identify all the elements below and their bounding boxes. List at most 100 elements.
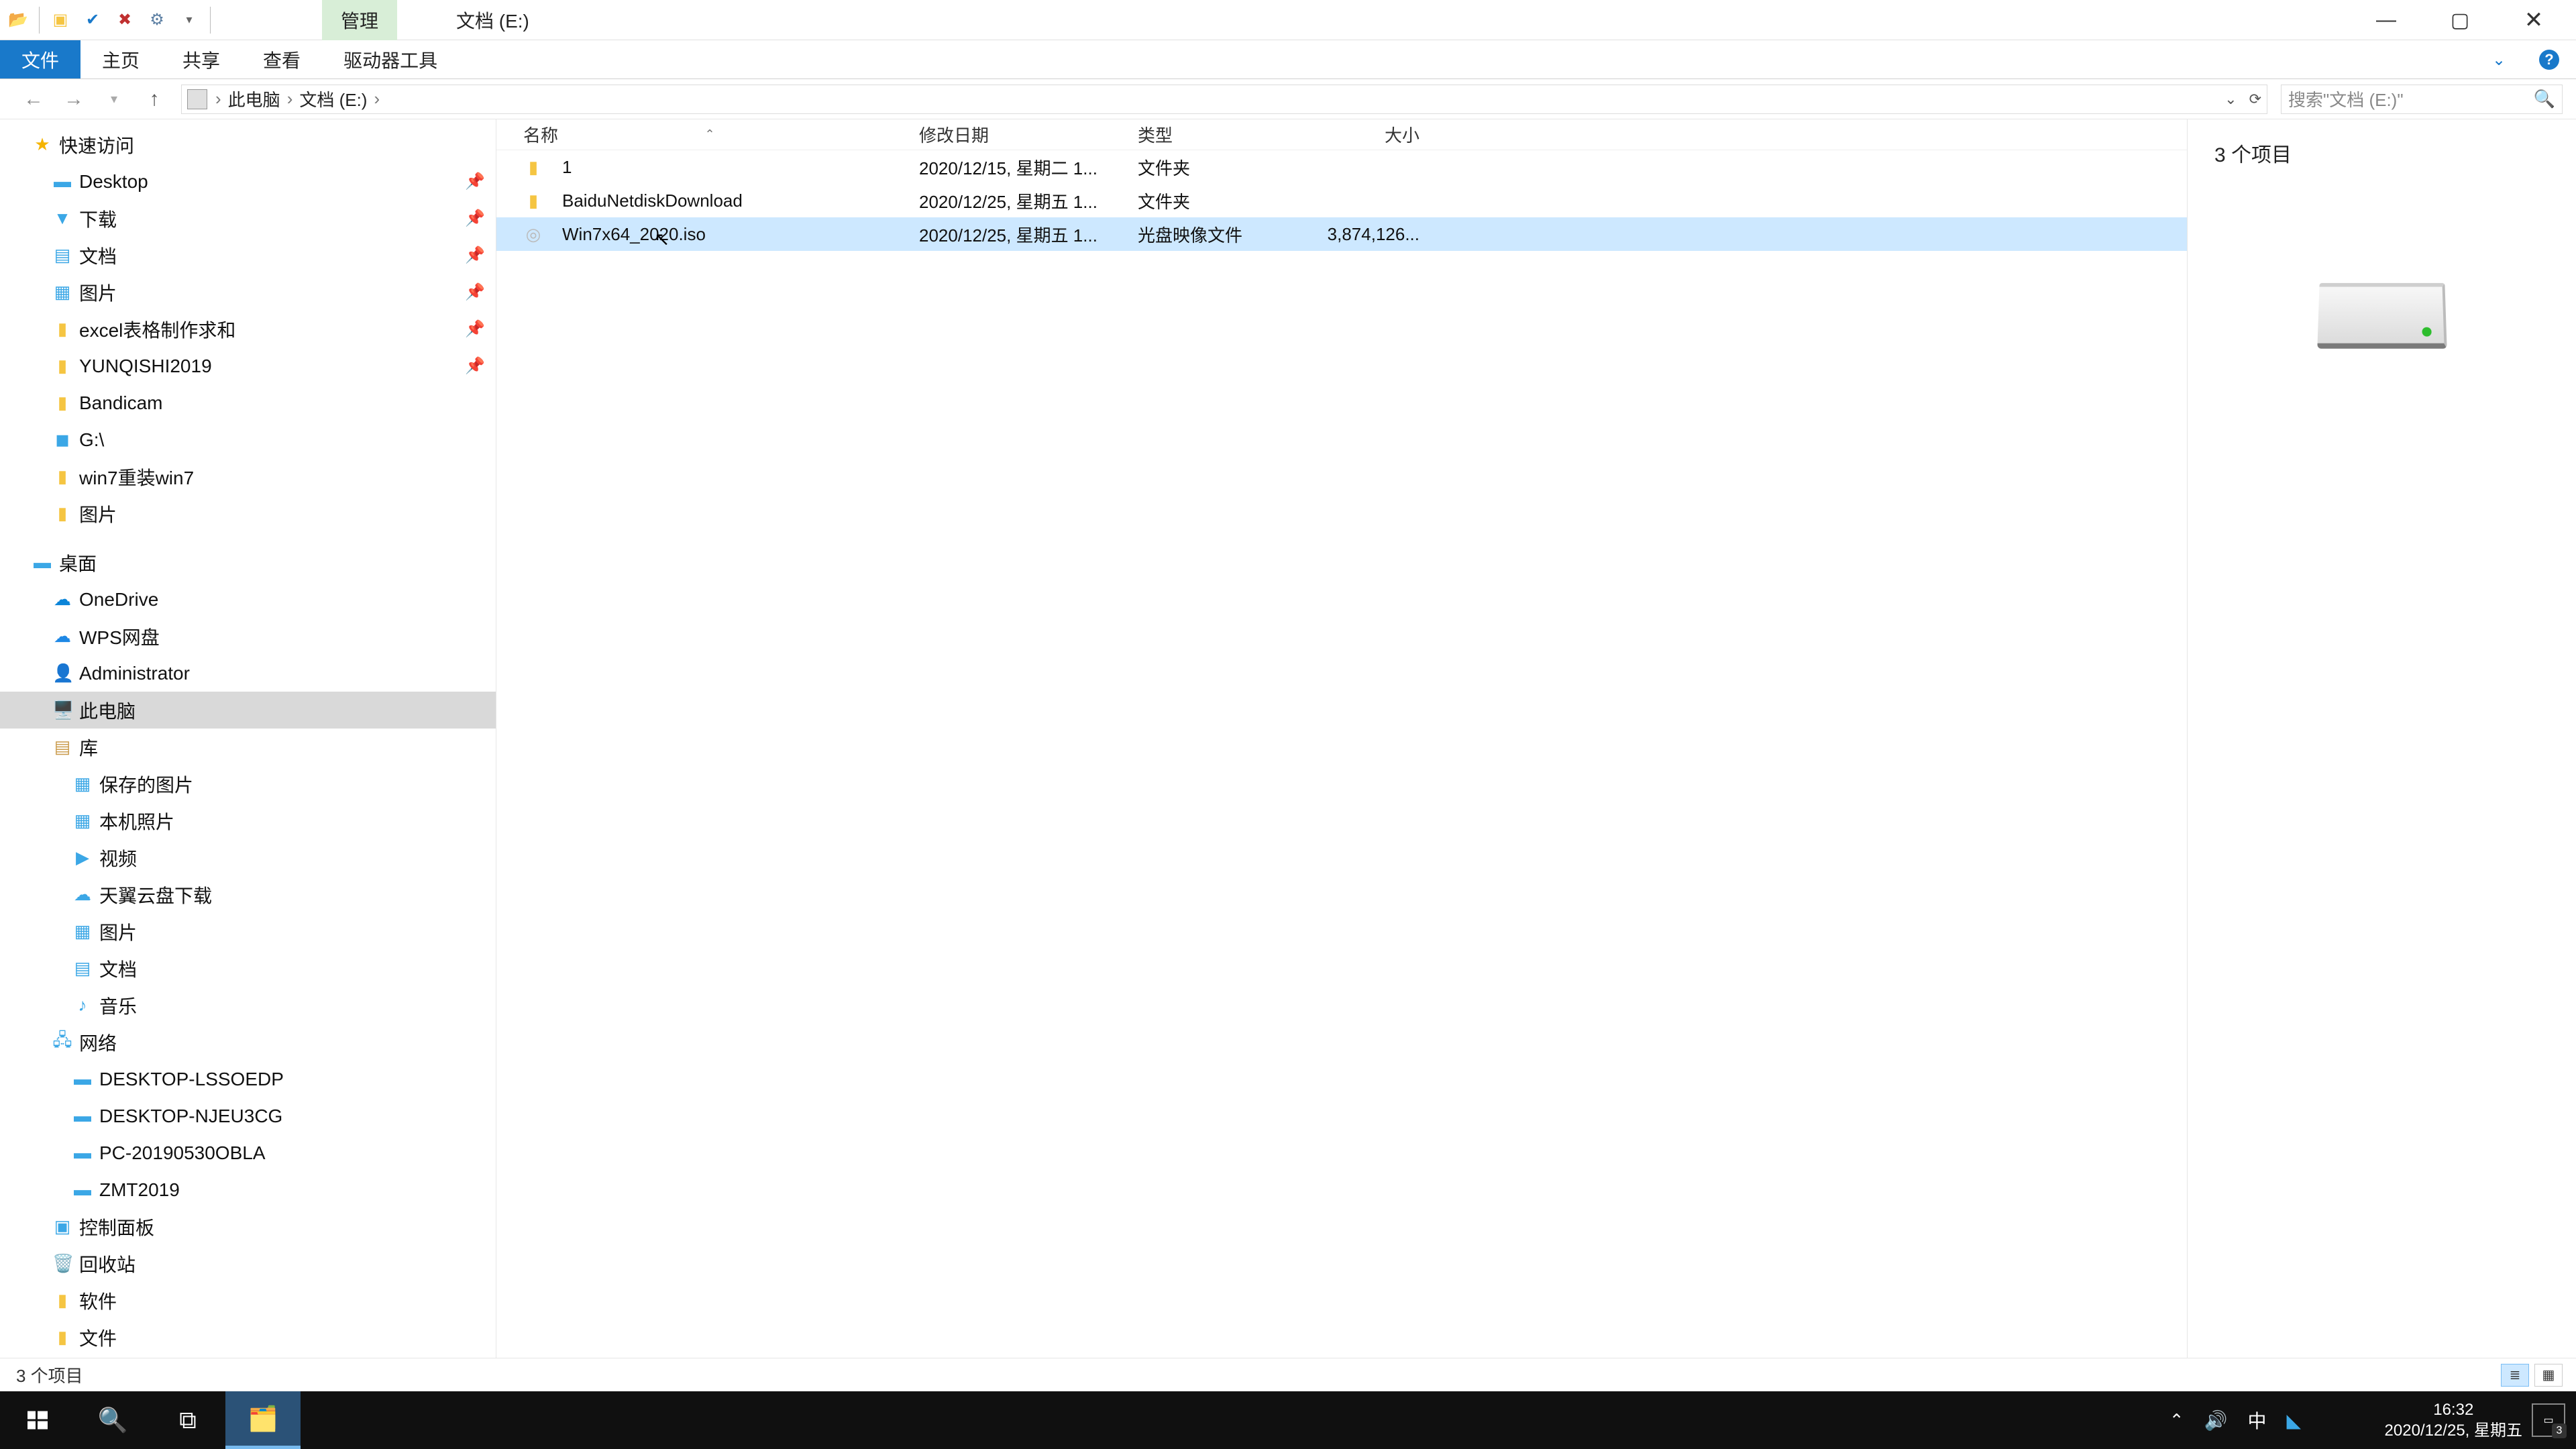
- tree-item[interactable]: ☁OneDrive: [0, 581, 496, 618]
- file-row-selected[interactable]: ◎Win7x64_2020.iso↖ 2020/12/25, 星期五 1... …: [496, 217, 2187, 251]
- tree-item[interactable]: ▤库: [0, 729, 496, 765]
- column-type[interactable]: 类型: [1138, 122, 1319, 147]
- cancel-icon[interactable]: ✖: [113, 9, 136, 32]
- cloud-icon: ☁: [52, 626, 72, 647]
- history-dropdown-icon[interactable]: ▾: [101, 86, 127, 113]
- tree-item[interactable]: ◼G:\: [0, 421, 496, 458]
- ribbon-collapse-icon[interactable]: ⌄: [2482, 40, 2516, 79]
- settings-icon[interactable]: ⚙: [146, 9, 168, 32]
- tree-item[interactable]: ▼下载📌: [0, 200, 496, 237]
- forward-button[interactable]: →: [60, 86, 87, 113]
- task-view-button[interactable]: ⧉: [150, 1391, 225, 1449]
- up-button[interactable]: ↑: [141, 86, 168, 113]
- ribbon-tab-file[interactable]: 文件: [0, 40, 80, 78]
- video-icon: ▶: [72, 847, 93, 868]
- tree-item[interactable]: 🗑️回收站: [0, 1245, 496, 1282]
- volume-icon[interactable]: 🔊: [2204, 1409, 2228, 1432]
- file-row[interactable]: ▮1 2020/12/15, 星期二 1... 文件夹: [496, 150, 2187, 184]
- minimize-button[interactable]: —: [2349, 0, 2423, 40]
- tree-item[interactable]: ▮图片: [0, 495, 496, 532]
- folder-icon[interactable]: ▣: [49, 9, 72, 32]
- desktop-icon: ▬: [32, 552, 52, 573]
- app-icon[interactable]: 📂: [7, 9, 30, 32]
- pin-icon: 📌: [465, 209, 485, 228]
- tree-desktop[interactable]: ▬桌面: [0, 544, 496, 581]
- documents-icon: ▤: [72, 958, 93, 979]
- desktop-icon: ▬: [52, 171, 72, 192]
- address-dropdown-icon[interactable]: ⌄: [2224, 91, 2237, 108]
- tree-item[interactable]: ▬Desktop📌: [0, 163, 496, 200]
- tree-item[interactable]: ▮win7重装win7: [0, 458, 496, 495]
- folder-icon: ▮: [52, 503, 72, 524]
- status-item-count: 3 个项目: [16, 1362, 83, 1387]
- ribbon-tab-view[interactable]: 查看: [241, 40, 322, 78]
- tree-item[interactable]: ▤文档📌: [0, 237, 496, 274]
- tree-item[interactable]: ▮文件: [0, 1319, 496, 1356]
- tree-item[interactable]: ▬DESKTOP-LSSOEDP: [0, 1061, 496, 1097]
- view-details-button[interactable]: ≣: [2501, 1364, 2529, 1387]
- tree-item[interactable]: ▬DESKTOP-NJEU3CG: [0, 1097, 496, 1134]
- tree-network[interactable]: 🖧网络: [0, 1024, 496, 1061]
- tray-app-icon[interactable]: ◣: [2286, 1409, 2301, 1432]
- tray-expand-icon[interactable]: ⌃: [2169, 1410, 2184, 1431]
- contextual-tab-manage[interactable]: 管理: [322, 0, 397, 40]
- tree-item[interactable]: ☁天翼云盘下载: [0, 876, 496, 913]
- folder-icon: ▮: [523, 157, 543, 178]
- tree-item[interactable]: ▦本机照片: [0, 802, 496, 839]
- folder-icon: ▮: [52, 1327, 72, 1348]
- tree-item[interactable]: ▮YUNQISHI2019📌: [0, 347, 496, 384]
- tree-item[interactable]: ▮excel表格制作求和📌: [0, 311, 496, 347]
- ribbon-tab-share[interactable]: 共享: [161, 40, 241, 78]
- sort-asc-icon: ⌃: [696, 127, 723, 142]
- tree-item[interactable]: ▦图片📌: [0, 274, 496, 311]
- breadcrumb-this-pc[interactable]: 此电脑: [228, 87, 280, 111]
- pc-icon: 🖥️: [52, 700, 72, 720]
- tree-item[interactable]: ☁WPS网盘: [0, 618, 496, 655]
- close-button[interactable]: ✕: [2497, 0, 2571, 40]
- tree-item[interactable]: ▤文档: [0, 950, 496, 987]
- column-name[interactable]: 名称 ⌃: [523, 122, 919, 147]
- tree-quick-access[interactable]: ★ 快速访问: [0, 126, 496, 163]
- breadcrumb-drive[interactable]: 文档 (E:): [299, 87, 367, 111]
- pin-icon: 📌: [465, 172, 485, 191]
- ime-indicator[interactable]: 中: [2247, 1407, 2266, 1434]
- view-large-icons-button[interactable]: ▦: [2534, 1364, 2563, 1387]
- check-icon[interactable]: ✔: [81, 9, 104, 32]
- file-list[interactable]: 名称 ⌃ 修改日期 类型 大小 ▮1 2020/12/15, 星期二 1... …: [496, 119, 2187, 1358]
- start-button[interactable]: [0, 1391, 75, 1449]
- search-box[interactable]: 搜索"文档 (E:)" 🔍: [2281, 85, 2563, 114]
- tree-item[interactable]: ▬PC-20190530OBLA: [0, 1134, 496, 1171]
- search-button[interactable]: 🔍: [75, 1391, 150, 1449]
- qat-dropdown-icon[interactable]: ▾: [178, 9, 201, 32]
- tree-item[interactable]: ▬ZMT2019: [0, 1171, 496, 1208]
- action-center-button[interactable]: ▭ 3: [2532, 1403, 2565, 1437]
- tree-item[interactable]: ▮Bandicam: [0, 384, 496, 421]
- taskbar-clock[interactable]: 16:32 2020/12/25, 星期五: [2385, 1399, 2522, 1441]
- help-button[interactable]: ?: [2536, 40, 2563, 79]
- column-date[interactable]: 修改日期: [919, 122, 1138, 147]
- ribbon-tab-home[interactable]: 主页: [80, 40, 161, 78]
- iso-file-icon: ◎: [523, 224, 543, 245]
- refresh-icon[interactable]: ⟳: [2249, 91, 2261, 108]
- tree-item[interactable]: ▶视频: [0, 839, 496, 876]
- file-row[interactable]: ▮BaiduNetdiskDownload 2020/12/25, 星期五 1.…: [496, 184, 2187, 217]
- tree-item[interactable]: 👤Administrator: [0, 655, 496, 692]
- preview-pane: 3 个项目: [2187, 119, 2576, 1358]
- tree-item[interactable]: ▦保存的图片: [0, 765, 496, 802]
- tree-item-this-pc[interactable]: 🖥️此电脑: [0, 692, 496, 729]
- tree-item[interactable]: ♪音乐: [0, 987, 496, 1024]
- address-bar[interactable]: › 此电脑 › 文档 (E:) › ⌄ ⟳: [181, 85, 2267, 114]
- search-icon[interactable]: 🔍: [2534, 89, 2555, 109]
- maximize-button[interactable]: ▢: [2423, 0, 2497, 40]
- mouse-cursor-icon: ↖: [654, 228, 669, 245]
- back-button[interactable]: ←: [20, 86, 47, 113]
- column-size[interactable]: 大小: [1319, 122, 1426, 147]
- tree-item[interactable]: ▮软件: [0, 1282, 496, 1319]
- navigation-tree[interactable]: ★ 快速访问 ▬Desktop📌 ▼下载📌 ▤文档📌 ▦图片📌 ▮excel表格…: [0, 119, 496, 1358]
- tree-item[interactable]: ▦图片: [0, 913, 496, 950]
- tree-item[interactable]: ▣控制面板: [0, 1208, 496, 1245]
- ribbon-tab-drive-tools[interactable]: 驱动器工具: [322, 40, 459, 78]
- drive-preview-icon: [2317, 283, 2447, 349]
- windows-logo-icon: [25, 1408, 50, 1432]
- taskbar-explorer[interactable]: 🗂️: [225, 1391, 301, 1449]
